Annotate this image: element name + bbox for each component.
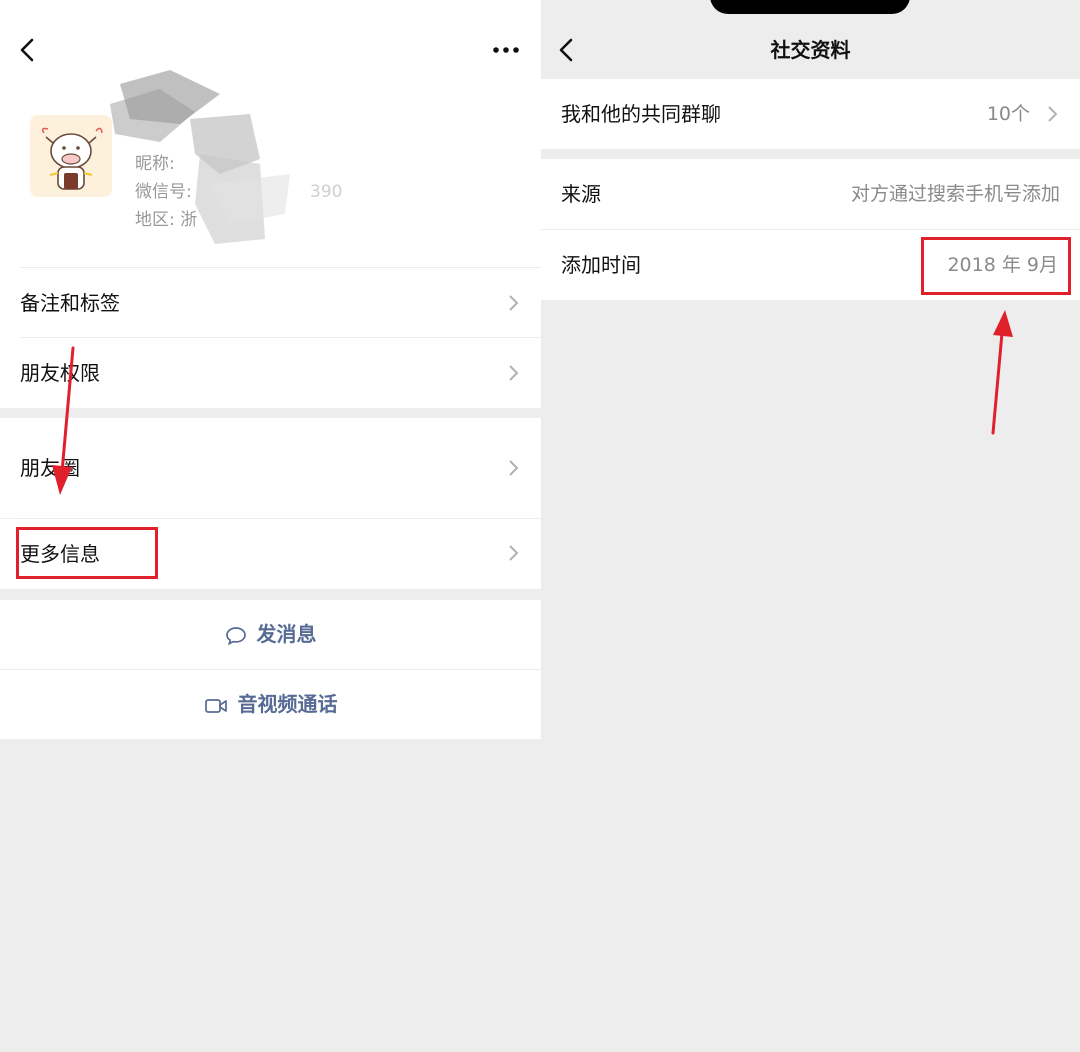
page-title: 社交资料 — [770, 38, 851, 62]
menu-row-remarks-tags[interactable]: 备注和标签 — [0, 268, 541, 338]
chevron-right-icon — [1048, 106, 1058, 122]
annotation-arrow-down — [52, 346, 75, 495]
chevron-right-icon — [509, 460, 519, 476]
group-count: 10个 — [986, 103, 1030, 125]
row-common-groups[interactable]: 我和他的共同群聊 10个 — [541, 79, 1080, 149]
ellipsis-icon — [493, 47, 519, 53]
redaction-scribble — [110, 70, 290, 244]
send-message-label: 发消息 — [256, 622, 317, 646]
menu-label: 备注和标签 — [20, 291, 120, 315]
row-label: 添加时间 — [561, 253, 641, 277]
annotation-arrow-up — [991, 310, 1013, 435]
chat-bubble-icon — [225, 626, 246, 645]
social-info-screen: 社交资料 我和他的共同群聊 10个 来源 对方通过搜索手机号添加 添加时间 20… — [541, 0, 1080, 1052]
row-source: 来源 对方通过搜索手机号添加 — [541, 159, 1080, 229]
more-button[interactable] — [488, 36, 524, 64]
row-label: 来源 — [561, 182, 601, 206]
chevron-right-icon — [509, 295, 519, 311]
chevron-right-icon — [509, 545, 519, 561]
video-camera-icon — [204, 698, 227, 713]
chevron-right-icon — [509, 365, 519, 381]
annotation-box-more-info — [16, 527, 158, 579]
source-value: 对方通过搜索手机号添加 — [850, 183, 1060, 205]
annotation-box-add-time — [921, 237, 1071, 295]
phone-notch — [710, 0, 910, 14]
video-call-button[interactable]: 音视频通话 — [0, 670, 541, 739]
send-message-button[interactable]: 发消息 — [0, 600, 541, 669]
chevron-left-icon — [20, 38, 34, 62]
back-button[interactable] — [14, 34, 44, 66]
wechat-id-partial: 390 — [310, 182, 343, 202]
row-label: 我和他的共同群聊 — [561, 102, 721, 126]
video-call-label: 音视频通话 — [237, 692, 338, 716]
profile-screen: 昵称: 微信号: 390 地区: 浙 备注和标签 朋友权限 朋友圈 更多信息 发… — [0, 0, 541, 1052]
